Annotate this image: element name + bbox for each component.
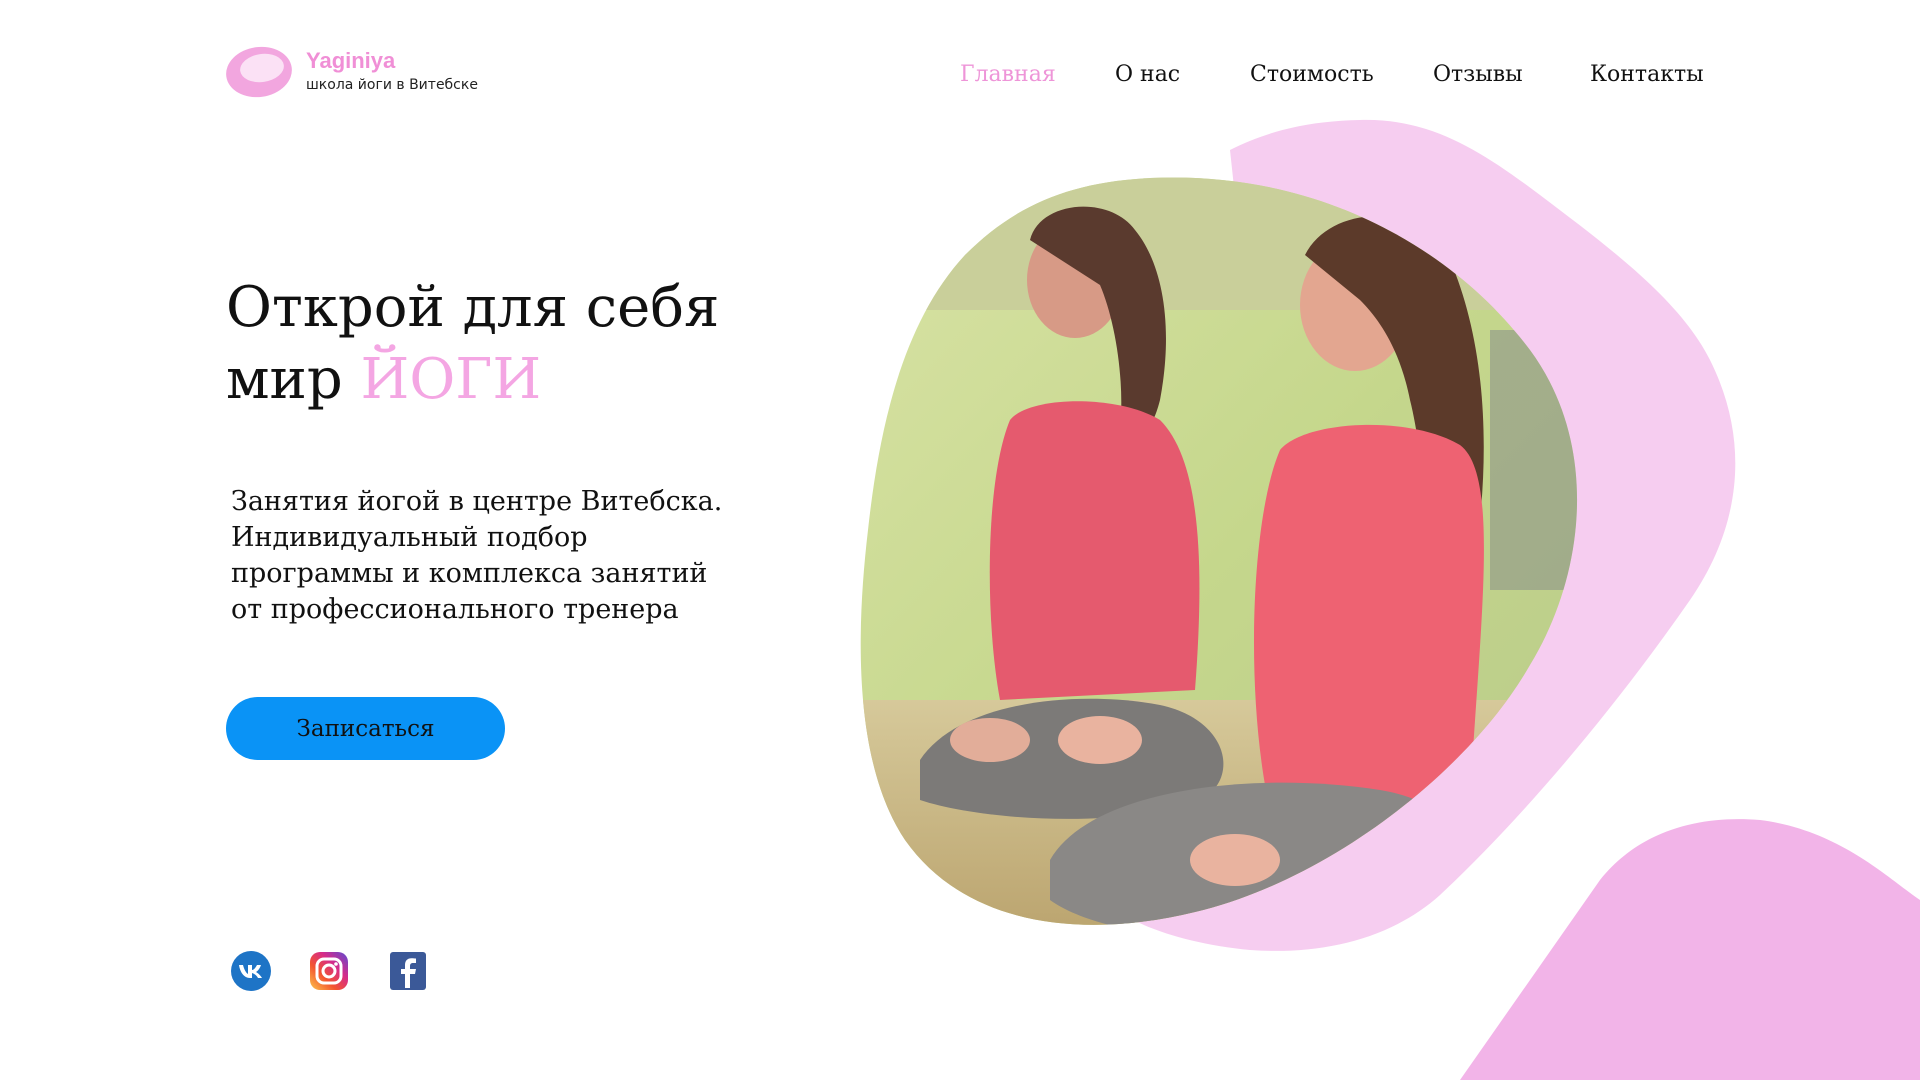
hero-description-line: от профессионального тренера <box>231 594 679 625</box>
signup-button[interactable]: Записаться <box>226 697 505 760</box>
hero-title-line1: Открой для себя <box>226 275 720 340</box>
logo-text: Yaginiya школа йоги в Витебске <box>306 48 478 94</box>
brand-name: Yaginiya <box>306 48 396 73</box>
hero-title-line2-prefix: мир <box>226 347 343 412</box>
instagram-icon[interactable] <box>308 950 350 992</box>
nav-item-pricing[interactable]: Стоимость <box>1250 58 1374 92</box>
hero-title: Открой для себя мир ЙОГИ <box>226 272 719 416</box>
hero-description-line: Занятия йогой в центре Витебска. <box>231 486 723 517</box>
landing-page: Yaginiya школа йоги в Витебске Главная О… <box>0 0 1920 1080</box>
corner-pink-shape <box>1460 819 1920 1080</box>
nav-item-about[interactable]: О нас <box>1115 58 1180 92</box>
hero-title-accent: ЙОГИ <box>360 347 542 412</box>
social-links <box>230 950 430 994</box>
hero-description-line: программы и комплекса занятий <box>231 558 708 589</box>
nav-item-reviews[interactable]: Отзывы <box>1433 58 1523 92</box>
facebook-icon[interactable] <box>387 950 429 992</box>
brand-tagline: школа йоги в Витебске <box>306 77 478 93</box>
logo-pebble-icon <box>226 46 292 98</box>
nav-item-home[interactable]: Главная <box>960 58 1056 92</box>
pink-blob-shape <box>1040 119 1736 951</box>
hero-description: Занятия йогой в центре Витебска. Индивид… <box>231 484 751 628</box>
brand-logo[interactable]: Yaginiya школа йоги в Витебске <box>224 44 478 100</box>
hero-description-line: Индивидуальный подбор <box>231 522 588 553</box>
main-navigation: Главная О нас Стоимость Отзывы Контакты <box>960 58 1704 98</box>
nav-item-contacts[interactable]: Контакты <box>1590 58 1704 92</box>
vk-icon[interactable] <box>230 950 272 992</box>
yoga-photo <box>860 177 1578 925</box>
